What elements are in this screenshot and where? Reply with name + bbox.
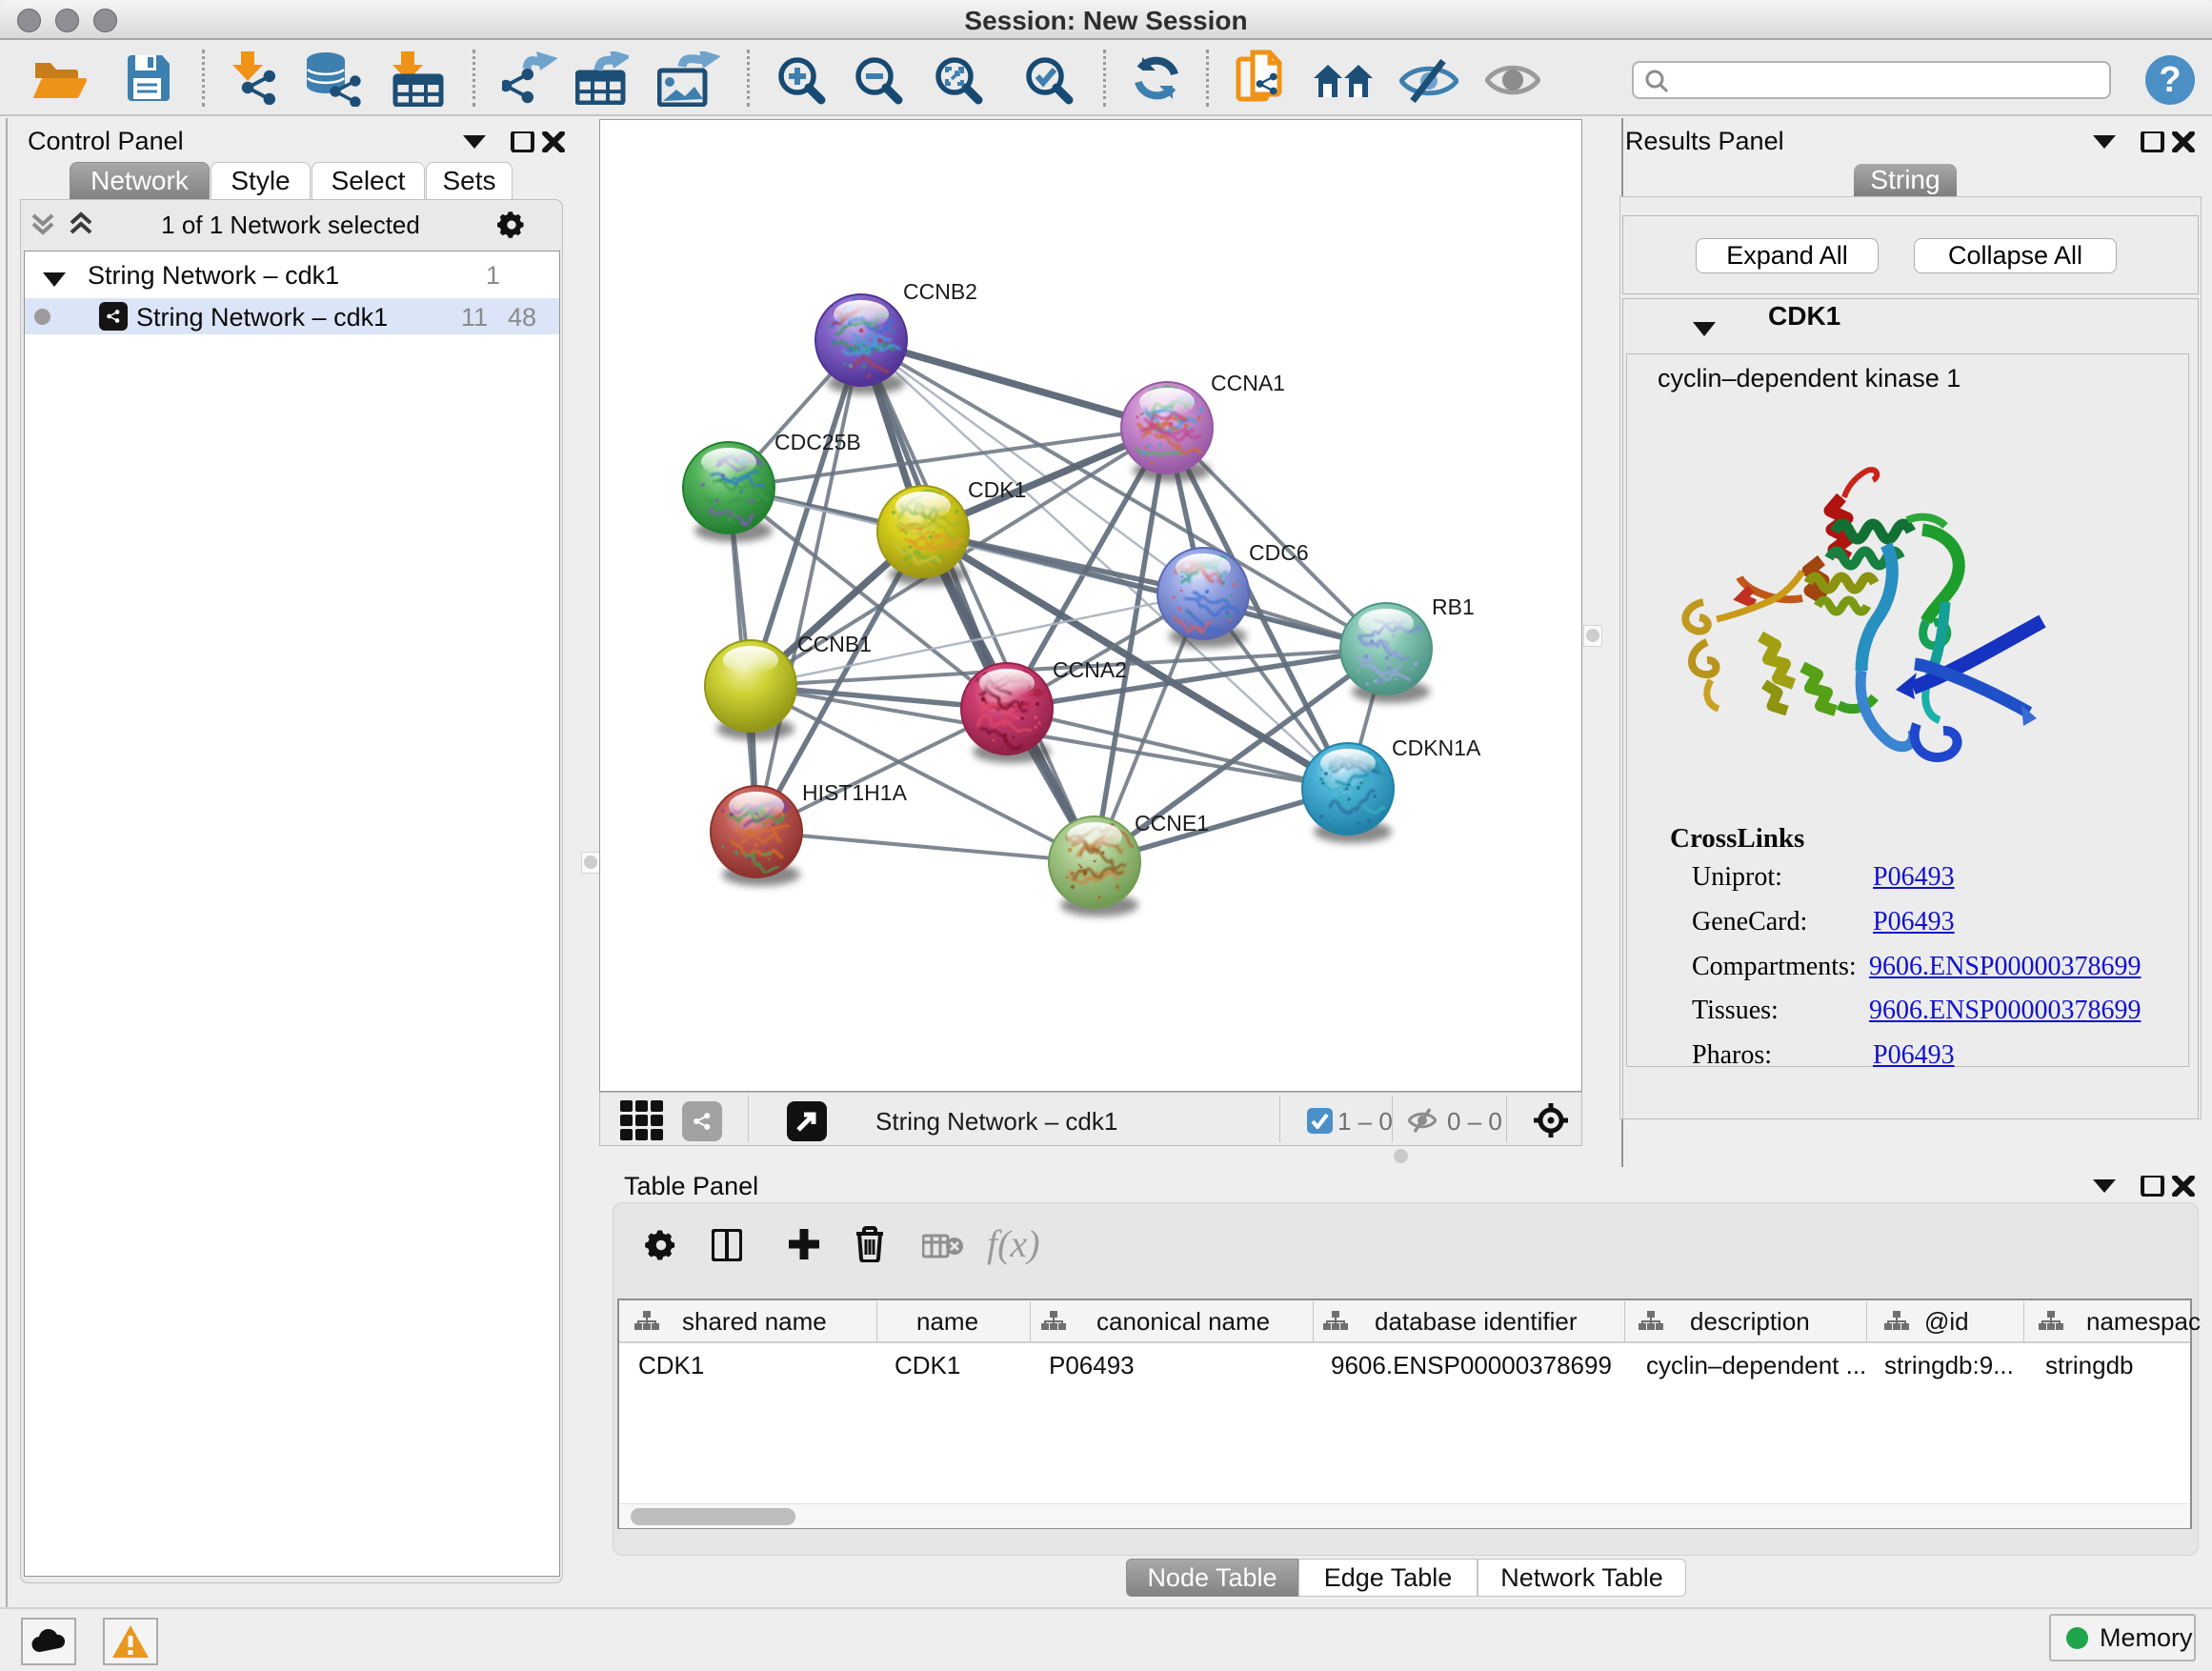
svg-text:CDK1: CDK1 <box>968 477 1026 502</box>
svg-text:CCNB1: CCNB1 <box>797 632 872 656</box>
svg-text:CCNE1: CCNE1 <box>1135 811 1209 836</box>
svg-text:RB1: RB1 <box>1432 594 1475 619</box>
svg-text:CDKN1A: CDKN1A <box>1392 735 1481 760</box>
svg-text:CDC25B: CDC25B <box>774 430 861 454</box>
svg-text:CCNA2: CCNA2 <box>1053 657 1127 682</box>
svg-text:HIST1H1A: HIST1H1A <box>802 780 908 805</box>
svg-text:CCNB2: CCNB2 <box>903 279 977 304</box>
svg-text:CDC6: CDC6 <box>1249 540 1309 565</box>
svg-text:CCNA1: CCNA1 <box>1211 371 1285 395</box>
